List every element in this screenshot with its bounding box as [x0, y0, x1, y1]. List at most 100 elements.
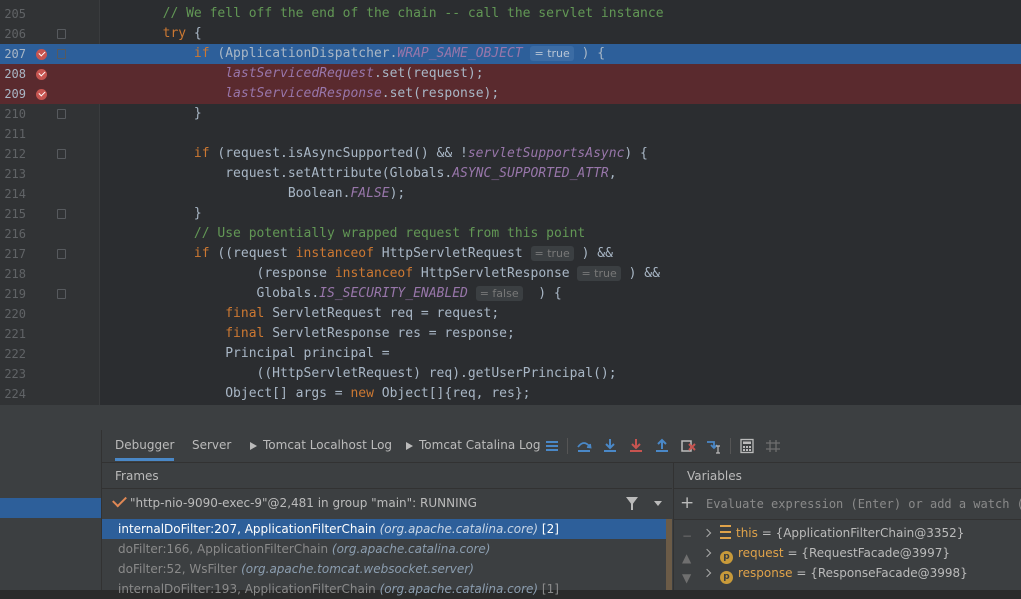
tab-tomcat-catalina-log[interactable]: Tomcat Catalina Log	[406, 430, 540, 461]
fold-icon[interactable]	[57, 109, 66, 119]
code-text: Object[] args = new Object[]{req, res};	[100, 384, 530, 404]
code-text: if ((request instanceof HttpServletReque…	[100, 244, 613, 264]
line-number[interactable]: 211	[0, 124, 26, 144]
thread-selector[interactable]: "http-nio-9090-exec-9"@2,481 in group "m…	[102, 488, 672, 520]
evaluate-expression-input[interactable]	[706, 494, 1021, 513]
line-number[interactable]: 205	[0, 4, 26, 24]
frames-scrollbar[interactable]	[666, 519, 672, 590]
tab-tomcat-localhost-log[interactable]: Tomcat Localhost Log	[250, 430, 392, 461]
line-number[interactable]: 218	[0, 264, 26, 284]
frame-method: internalDoFilter:207, ApplicationFilterC…	[118, 522, 380, 536]
line-number[interactable]: 223	[0, 364, 26, 384]
code-line[interactable]: 208 lastServicedRequest.set(request);	[0, 64, 1021, 84]
line-number[interactable]: 206	[0, 24, 26, 44]
code-line[interactable]: 211	[0, 124, 1021, 144]
code-line[interactable]: 213 request.setAttribute(Globals.ASYNC_S…	[0, 164, 1021, 184]
fold-icon[interactable]	[57, 29, 66, 39]
line-number[interactable]: 217	[0, 244, 26, 264]
run-to-cursor-icon[interactable]	[706, 438, 722, 454]
chevron-right-icon[interactable]	[702, 548, 712, 558]
chevron-down-icon[interactable]	[654, 501, 662, 506]
code-token: (response	[100, 266, 335, 281]
line-number[interactable]: 215	[0, 204, 26, 224]
breakpoint-icon[interactable]	[36, 69, 47, 80]
code-line[interactable]: 216 // Use potentially wrapped request f…	[0, 224, 1021, 244]
evaluate-expression-icon[interactable]	[739, 438, 755, 454]
code-line[interactable]: 221 final ServletResponse res = response…	[0, 324, 1021, 344]
code-token: ((HttpServletRequest) req).getUserPrinci…	[100, 366, 617, 381]
frame-method: doFilter:166, ApplicationFilterChain	[118, 542, 332, 556]
code-line[interactable]: 220 final ServletRequest req = request;	[0, 304, 1021, 324]
code-text: Principal principal =	[100, 344, 389, 364]
code-line[interactable]: 218 (response instanceof HttpServletResp…	[0, 264, 1021, 284]
code-line[interactable]: 212 if (request.isAsyncSupported() && !s…	[0, 144, 1021, 164]
frames-panel: Frames "http-nio-9090-exec-9"@2,481 in g…	[102, 463, 672, 596]
code-line[interactable]: 206 try {	[0, 24, 1021, 44]
fold-icon[interactable]	[57, 249, 66, 259]
drop-frame-icon[interactable]	[680, 438, 696, 454]
step-over-icon[interactable]	[576, 438, 592, 454]
breakpoint-icon[interactable]	[36, 89, 47, 100]
code-line[interactable]: 217 if ((request instanceof HttpServletR…	[0, 244, 1021, 264]
move-down-icon[interactable]: ▼	[682, 571, 691, 585]
frame-package: (org.apache.catalina.core)	[379, 582, 539, 596]
line-number[interactable]: 224	[0, 384, 26, 404]
code-line[interactable]: 214 Boolean.FALSE);	[0, 184, 1021, 204]
code-token: ) {	[573, 46, 606, 61]
chevron-right-icon[interactable]	[702, 568, 712, 578]
trace-icon[interactable]	[765, 438, 781, 454]
line-number[interactable]: 219	[0, 284, 26, 304]
fold-icon[interactable]	[57, 49, 66, 59]
line-number[interactable]: 208	[0, 64, 26, 84]
line-number[interactable]: 216	[0, 224, 26, 244]
tab-debugger[interactable]: Debugger	[115, 430, 175, 461]
line-number[interactable]: 209	[0, 84, 26, 104]
code-line[interactable]: 207 if (ApplicationDispatcher.WRAP_SAME_…	[0, 44, 1021, 64]
fold-icon[interactable]	[57, 149, 66, 159]
line-number[interactable]: 210	[0, 104, 26, 124]
show-execution-point-icon[interactable]	[544, 438, 560, 454]
filter-icon[interactable]	[626, 497, 638, 510]
line-number[interactable]: 220	[0, 304, 26, 324]
variable-row[interactable]: p request = {RequestFacade@3997}	[702, 543, 950, 564]
fold-icon[interactable]	[57, 289, 66, 299]
code-line[interactable]: 224 Object[] args = new Object[]{req, re…	[0, 384, 1021, 404]
line-number[interactable]: 207	[0, 44, 26, 64]
code-text: final ServletRequest req = request;	[100, 304, 499, 324]
code-line[interactable]: 210 }	[0, 104, 1021, 124]
line-number[interactable]: 213	[0, 164, 26, 184]
variables-title: Variables	[687, 469, 742, 483]
remove-watch-icon[interactable]: −	[682, 529, 692, 543]
stack-frame[interactable]: doFilter:166, ApplicationFilterChain (or…	[102, 539, 668, 559]
code-text: final ServletResponse res = response;	[100, 324, 515, 344]
code-editor[interactable]: 205 // We fell off the end of the chain …	[0, 0, 1021, 405]
line-number[interactable]: 214	[0, 184, 26, 204]
code-line[interactable]: 223 ((HttpServletRequest) req).getUserPr…	[0, 364, 1021, 384]
code-line[interactable]: 205 // We fell off the end of the chain …	[0, 4, 1021, 24]
code-line[interactable]: 222 Principal principal =	[0, 344, 1021, 364]
variable-row[interactable]: this = {ApplicationFilterChain@3352}	[702, 523, 964, 543]
tab-label: Server	[192, 438, 232, 452]
stack-frame[interactable]: doFilter:52, WsFilter (org.apache.tomcat…	[102, 559, 668, 579]
code-text: Globals.IS_SECURITY_ENABLED = false ) {	[100, 284, 562, 304]
step-into-icon[interactable]	[602, 438, 618, 454]
move-up-icon[interactable]: ▲	[682, 551, 691, 565]
code-text: // We fell off the end of the chain -- c…	[100, 4, 664, 24]
step-out-icon[interactable]	[654, 438, 670, 454]
fold-icon[interactable]	[57, 209, 66, 219]
code-token: // Use potentially wrapped request from …	[193, 226, 586, 241]
code-line[interactable]: 215 }	[0, 204, 1021, 224]
variable-row[interactable]: p response = {ResponseFacade@3998}	[702, 563, 968, 584]
code-line[interactable]: 219 Globals.IS_SECURITY_ENABLED = false …	[0, 284, 1021, 304]
add-watch-icon[interactable]: +	[680, 494, 694, 512]
force-step-into-icon[interactable]	[628, 438, 644, 454]
line-number[interactable]: 222	[0, 344, 26, 364]
line-number[interactable]: 212	[0, 144, 26, 164]
chevron-right-icon[interactable]	[702, 528, 712, 538]
stack-frame[interactable]: internalDoFilter:207, ApplicationFilterC…	[102, 519, 668, 539]
code-line[interactable]: 209 lastServicedResponse.set(response);	[0, 84, 1021, 104]
stack-frame[interactable]: internalDoFilter:193, ApplicationFilterC…	[102, 579, 668, 599]
line-number[interactable]: 221	[0, 324, 26, 344]
tab-server[interactable]: Server	[192, 430, 231, 461]
breakpoint-icon[interactable]	[36, 49, 47, 60]
